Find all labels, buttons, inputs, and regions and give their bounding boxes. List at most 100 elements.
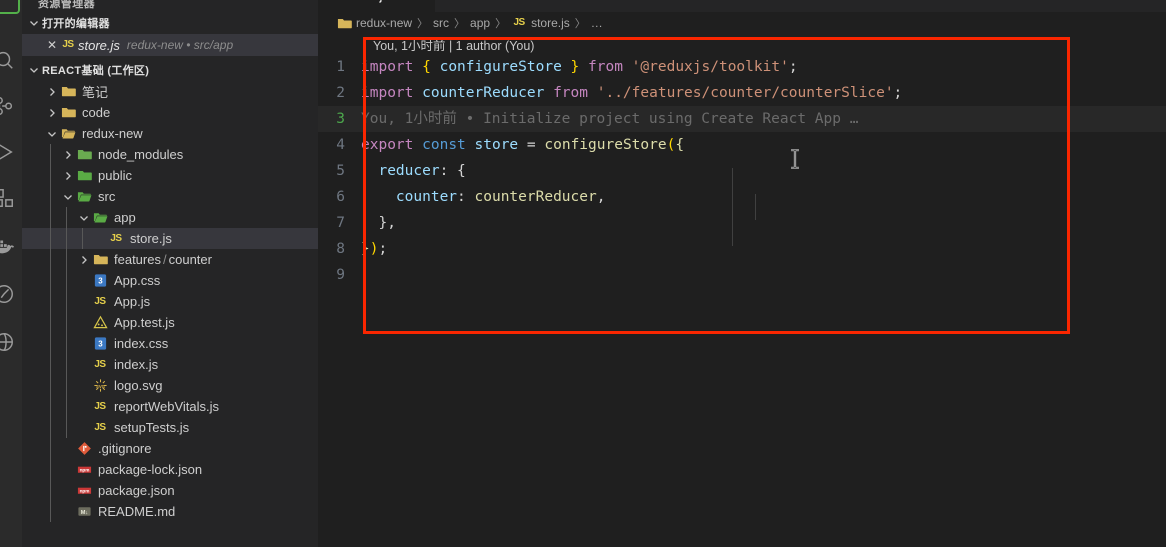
- code-line-2[interactable]: 2 import counterReducer from '../features…: [318, 80, 1166, 106]
- explorer-icon[interactable]: [0, 0, 20, 14]
- tree-row-code[interactable]: code: [22, 102, 318, 123]
- node-folder-icon: [76, 147, 92, 163]
- run-debug-icon[interactable]: [0, 134, 22, 170]
- tree-row-index.js[interactable]: JS index.js: [22, 354, 318, 375]
- chevron-down-icon[interactable]: [76, 210, 92, 226]
- tree-row-[interactable]: 笔记: [22, 81, 318, 102]
- tree-row-label: README.md: [98, 504, 176, 519]
- tree-row-src[interactable]: src: [22, 186, 318, 207]
- code-line-5[interactable]: 5 reducer: {: [318, 158, 1166, 184]
- code-line-8[interactable]: 8});: [318, 236, 1166, 262]
- close-icon[interactable]: ✕: [44, 39, 60, 51]
- code-line-text: },: [361, 210, 396, 236]
- tree-row-node_modules[interactable]: node_modules: [22, 144, 318, 165]
- source-control-icon[interactable]: [0, 88, 22, 124]
- testing-icon[interactable]: [0, 276, 22, 312]
- tree-row-setuptests.js[interactable]: JS setupTests.js: [22, 417, 318, 438]
- section-workspace[interactable]: REACT基础 (工作区): [22, 59, 318, 81]
- line-number: 4: [336, 137, 345, 153]
- breadcrumb-item-redux-new[interactable]: redux-new: [336, 15, 412, 31]
- code-token: store: [474, 137, 519, 153]
- js-file-icon: JS: [62, 39, 74, 50]
- code-token: configureStore: [439, 59, 562, 75]
- open-editor-item-store-js[interactable]: ✕ JS store.js redux-new • src/app: [22, 34, 318, 56]
- docker-icon[interactable]: [0, 228, 22, 264]
- chevron-right-icon[interactable]: [44, 84, 60, 100]
- explorer-sidebar: 资源管理器 打开的编辑器 ✕ JS store.js redux-new • s…: [22, 0, 318, 547]
- breadcrumb-item-app[interactable]: app: [470, 16, 490, 30]
- breadcrumb-item-store.js[interactable]: JS store.js: [511, 15, 570, 31]
- code-token: configureStore: [544, 137, 667, 153]
- tree-row-redux-new[interactable]: redux-new: [22, 123, 318, 144]
- tree-row-logo.svg[interactable]: SVG logo.svg: [22, 375, 318, 396]
- open-editor-path: redux-new • src/app: [126, 38, 234, 52]
- section-open-editors[interactable]: 打开的编辑器: [22, 12, 318, 34]
- breadcrumb-separator: 〉: [574, 18, 586, 30]
- svg-text:SVG: SVG: [95, 384, 105, 389]
- js-file-icon: JS: [94, 421, 106, 433]
- chevron-down-icon[interactable]: [44, 126, 60, 142]
- tree-row-app.js[interactable]: JS App.js: [22, 291, 318, 312]
- tree-row-reportwebvitals.js[interactable]: JS reportWebVitals.js: [22, 396, 318, 417]
- tree-row-package-lock.json[interactable]: npm package-lock.json: [22, 459, 318, 480]
- tab-store-js[interactable]: JS store.js ✕: [318, 0, 436, 12]
- svg-file-icon: SVG: [92, 378, 108, 394]
- js-file-icon: JS: [94, 295, 106, 307]
- code-line-1[interactable]: 1 import { configureStore } from '@reduxj…: [318, 54, 1166, 80]
- code-token: {: [675, 137, 685, 153]
- css-file-icon: 3: [92, 273, 108, 289]
- breadcrumb-item-src[interactable]: src: [433, 16, 449, 30]
- tree-row-readme.md[interactable]: M↓ README.md: [22, 501, 318, 522]
- tree-row-package.json[interactable]: npm package.json: [22, 480, 318, 501]
- code-token: from: [553, 85, 588, 101]
- public-folder-icon: [76, 168, 92, 184]
- tree-row-.gitignore[interactable]: .gitignore: [22, 438, 318, 459]
- code-token: :: [439, 163, 449, 179]
- tree-row-app[interactable]: app: [22, 207, 318, 228]
- code-line-7[interactable]: 7 },: [318, 210, 1166, 236]
- chevron-right-icon[interactable]: [76, 252, 92, 268]
- chevron-down-icon[interactable]: [60, 189, 76, 205]
- chevron-right-icon[interactable]: [60, 168, 76, 184]
- npm-file-icon: npm: [76, 483, 92, 499]
- code-token: from: [588, 59, 623, 75]
- tree-row-public[interactable]: public: [22, 165, 318, 186]
- tree-row-label: store.js: [130, 231, 172, 246]
- code-line-9[interactable]: 9: [318, 262, 1166, 288]
- breadcrumb-item-[interactable]: …: [591, 16, 603, 30]
- chevron-right-icon[interactable]: [60, 147, 76, 163]
- chevron-right-icon[interactable]: [44, 105, 60, 121]
- file-tree: 笔记 code redux-new node_modules public src app J…: [22, 81, 318, 522]
- activity-bar: [0, 0, 22, 547]
- code-token: }: [378, 215, 388, 231]
- tree-row-features[interactable]: features / counter: [22, 249, 318, 270]
- tree-row-label: public: [98, 168, 132, 183]
- code-token: {: [457, 163, 466, 179]
- tree-row-store.js[interactable]: JS store.js: [22, 228, 318, 249]
- line-number: 6: [336, 189, 345, 205]
- remote-explorer-icon[interactable]: [0, 324, 22, 360]
- breadcrumb-item-label: store.js: [531, 16, 570, 30]
- code-token: ;: [893, 85, 903, 101]
- tree-row-app.test.js[interactable]: App.test.js: [22, 312, 318, 333]
- code-token: {: [422, 59, 431, 75]
- code-line-4[interactable]: 4 export const store = configureStore({: [318, 132, 1166, 158]
- tree-row-app.css[interactable]: 3 App.css: [22, 270, 318, 291]
- src-folder-icon: [76, 189, 92, 205]
- tree-row-index.css[interactable]: 3 index.css: [22, 333, 318, 354]
- code-token: import: [361, 59, 414, 75]
- extensions-icon[interactable]: [0, 180, 22, 216]
- code-line-3[interactable]: 3 You, 1小时前 • Initialize project using C…: [318, 106, 1166, 132]
- code-editor[interactable]: You, 1小时前 | 1 author (You) 1 import { con…: [318, 34, 1166, 288]
- code-line-6[interactable]: 6 counter: counterReducer,: [318, 184, 1166, 210]
- code-line-text: reducer: {: [361, 158, 466, 184]
- search-icon[interactable]: [0, 42, 22, 78]
- code-token: ,: [387, 215, 396, 231]
- tree-row-label: code: [82, 105, 111, 120]
- close-icon[interactable]: ✕: [417, 0, 427, 2]
